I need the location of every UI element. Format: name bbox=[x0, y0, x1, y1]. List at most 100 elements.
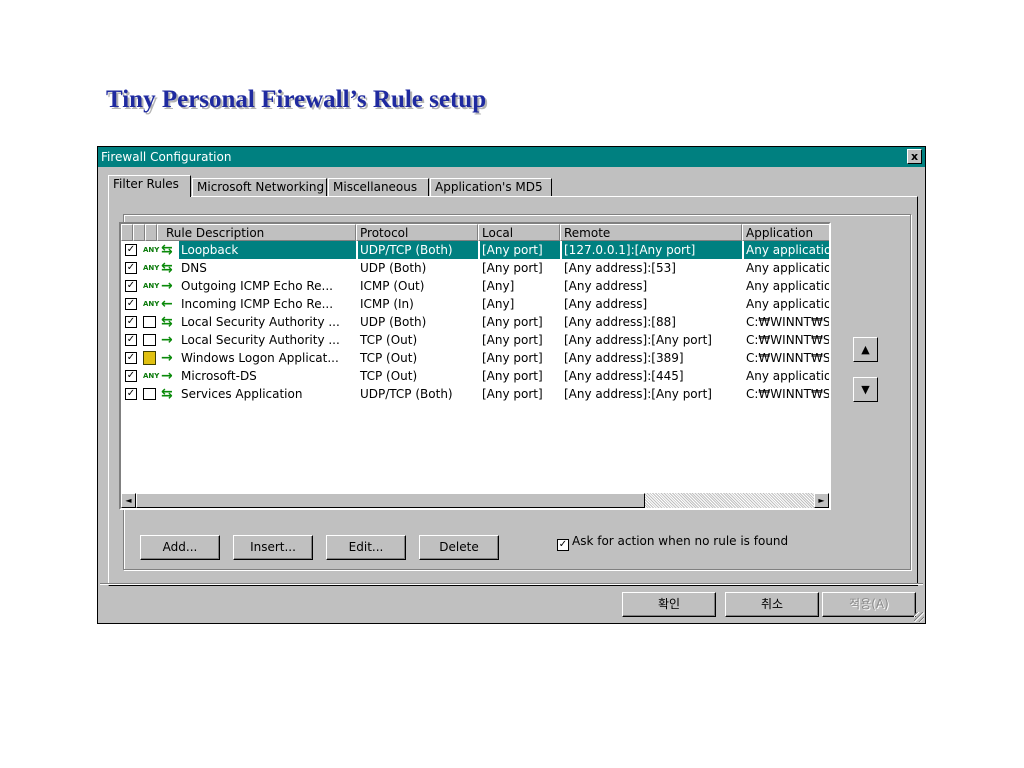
rule-description: Local Security Authority ... bbox=[181, 315, 340, 329]
scroll-left-icon[interactable]: ◄ bbox=[121, 493, 136, 508]
table-row[interactable]: ✓ ANY ⇆ DNS UDP (Both) [Any port] [Any address… bbox=[121, 259, 829, 277]
rule-protocol: ICMP (Out) bbox=[360, 279, 425, 293]
rule-protocol: TCP (Out) bbox=[360, 369, 418, 383]
rule-application: Any applicatio bbox=[746, 261, 830, 275]
rule-protocol: TCP (Out) bbox=[360, 351, 418, 365]
rule-remote: [Any address]:[389] bbox=[564, 351, 684, 365]
rule-remote: [Any address] bbox=[564, 279, 648, 293]
outgoing-arrow-icon: → bbox=[161, 278, 173, 294]
rule-enabled-checkbox[interactable]: ✓ bbox=[125, 316, 137, 328]
rule-enabled-checkbox[interactable]: ✓ bbox=[125, 388, 137, 400]
window-titlebar[interactable]: Firewall Configuration x bbox=[98, 147, 925, 167]
application-icon bbox=[143, 388, 156, 400]
table-row[interactable]: ✓ ⇆ Local Security Authority ... UDP (Both)… bbox=[121, 313, 829, 331]
table-row[interactable]: ✓ → Local Security Authority ... TCP (Out) [… bbox=[121, 331, 829, 349]
delete-button[interactable]: Delete bbox=[419, 535, 499, 560]
ask-label: Ask for action when no rule is found bbox=[572, 534, 789, 548]
rule-local: [Any] bbox=[482, 297, 515, 311]
tab-miscellaneous[interactable]: Miscellaneous bbox=[328, 178, 429, 196]
tab-microsoft-networking[interactable]: Microsoft Networking bbox=[192, 178, 327, 196]
ask-checkbox[interactable]: ✓ bbox=[557, 539, 569, 551]
outgoing-arrow-icon: → bbox=[161, 350, 173, 366]
rule-remote: [Any address] bbox=[564, 297, 648, 311]
horizontal-scrollbar[interactable]: ◄ ► bbox=[121, 493, 829, 508]
rule-remote: [Any address]:[445] bbox=[564, 369, 684, 383]
rule-remote: [Any address]:[88] bbox=[564, 315, 676, 329]
bidirectional-arrow-icon: ⇆ bbox=[161, 242, 173, 258]
rule-enabled-checkbox[interactable]: ✓ bbox=[125, 298, 137, 310]
rule-enabled-checkbox[interactable]: ✓ bbox=[125, 280, 137, 292]
column-remote[interactable]: Remote bbox=[560, 224, 742, 241]
table-row[interactable]: ✓ ANY → Microsoft-DS TCP (Out) [Any port] [Any… bbox=[121, 367, 829, 385]
rule-remote: [Any address]:[53] bbox=[564, 261, 676, 275]
close-button[interactable]: x bbox=[907, 149, 922, 164]
edit-button[interactable]: Edit... bbox=[326, 535, 406, 560]
any-application-icon: ANY bbox=[143, 282, 160, 290]
rule-description: Services Application bbox=[181, 387, 303, 401]
table-row[interactable]: ✓ ANY → Outgoing ICMP Echo Re... ICMP (Out) [… bbox=[121, 277, 829, 295]
column-rule-description[interactable]: Rule Description bbox=[157, 224, 356, 241]
column-local[interactable]: Local bbox=[478, 224, 560, 241]
bidirectional-arrow-icon: ⇆ bbox=[161, 260, 173, 276]
tab-filter-rules[interactable]: Filter Rules bbox=[108, 175, 191, 197]
rule-application: Any applicatio bbox=[746, 369, 830, 383]
move-down-button[interactable]: ▼ bbox=[853, 377, 878, 402]
rule-description: Local Security Authority ... bbox=[181, 333, 340, 347]
outgoing-arrow-icon: → bbox=[161, 332, 173, 348]
rule-local: [Any port] bbox=[482, 351, 543, 365]
rule-description: Windows Logon Applicat... bbox=[181, 351, 339, 365]
window-title: Firewall Configuration bbox=[101, 150, 232, 164]
table-row[interactable]: ✓ ⇆ Services Application UDP/TCP (Both) [Any… bbox=[121, 385, 829, 403]
header-blank-3[interactable] bbox=[145, 224, 157, 241]
rule-protocol: UDP (Both) bbox=[360, 315, 427, 329]
rule-remote: [127.0.0.1]:[Any port] bbox=[562, 241, 742, 259]
rule-enabled-checkbox[interactable]: ✓ bbox=[125, 334, 137, 346]
slide-title: Tiny Personal Firewall’s Rule setup bbox=[106, 86, 487, 113]
apply-button[interactable]: 적용(A) bbox=[822, 592, 916, 617]
tab-application-md5[interactable]: Application's MD5 bbox=[430, 178, 552, 196]
scroll-thumb[interactable] bbox=[136, 493, 645, 508]
insert-button[interactable]: Insert... bbox=[233, 535, 313, 560]
rule-description: DNS bbox=[181, 261, 207, 275]
rule-local: [Any] bbox=[482, 279, 515, 293]
rule-application: C:₩WINNT₩S bbox=[746, 387, 830, 401]
application-icon bbox=[143, 316, 156, 328]
rule-application: C:₩WINNT₩S bbox=[746, 315, 830, 329]
rule-remote: [Any address]:[Any port] bbox=[564, 387, 712, 401]
rule-description: Outgoing ICMP Echo Re... bbox=[181, 279, 333, 293]
bidirectional-arrow-icon: ⇆ bbox=[161, 386, 173, 402]
rule-local: [Any port] bbox=[482, 315, 543, 329]
any-application-icon: ANY bbox=[143, 264, 160, 272]
rule-protocol: UDP/TCP (Both) bbox=[360, 387, 453, 401]
table-row[interactable]: ✓ ANY ⇆ Loopback UDP/TCP (Both) [Any port] [12… bbox=[121, 241, 829, 259]
rule-description: Loopback bbox=[179, 241, 356, 259]
column-protocol[interactable]: Protocol bbox=[356, 224, 478, 241]
resize-grip-icon[interactable] bbox=[914, 612, 924, 622]
rule-remote: [Any address]:[Any port] bbox=[564, 333, 712, 347]
rule-description: Incoming ICMP Echo Re... bbox=[181, 297, 334, 311]
scroll-right-icon[interactable]: ► bbox=[814, 493, 829, 508]
move-up-button[interactable]: ▲ bbox=[853, 337, 878, 362]
table-row[interactable]: ✓ ANY ← Incoming ICMP Echo Re... ICMP (In) [A… bbox=[121, 295, 829, 313]
rule-enabled-checkbox[interactable]: ✓ bbox=[125, 244, 137, 256]
rule-application: C:₩WINNT₩S bbox=[746, 333, 830, 347]
footer-separator bbox=[100, 583, 923, 585]
cancel-button[interactable]: 취소 bbox=[725, 592, 819, 617]
column-application[interactable]: Application bbox=[742, 224, 829, 241]
rule-enabled-checkbox[interactable]: ✓ bbox=[125, 370, 137, 382]
user-application-icon bbox=[143, 351, 156, 365]
application-icon bbox=[143, 334, 156, 346]
header-blank-2[interactable] bbox=[133, 224, 145, 241]
add-button[interactable]: Add... bbox=[140, 535, 220, 560]
rule-application: Any applicatio bbox=[746, 279, 830, 293]
rule-application: Any applicatio bbox=[746, 297, 830, 311]
rules-list[interactable]: Rule Description Protocol Local Remote A… bbox=[119, 222, 831, 510]
rule-enabled-checkbox[interactable]: ✓ bbox=[125, 352, 137, 364]
rule-enabled-checkbox[interactable]: ✓ bbox=[125, 262, 137, 274]
incoming-arrow-icon: ← bbox=[161, 296, 173, 312]
ask-option[interactable]: ✓ Ask for action when no rule is found bbox=[557, 534, 788, 551]
table-row[interactable]: ✓ → Windows Logon Applicat... TCP (Out) [Any… bbox=[121, 349, 829, 367]
firewall-config-dialog: Firewall Configuration x Filter Rules Mi… bbox=[97, 146, 926, 624]
header-blank-1[interactable] bbox=[121, 224, 133, 241]
ok-button[interactable]: 확인 bbox=[622, 592, 716, 617]
